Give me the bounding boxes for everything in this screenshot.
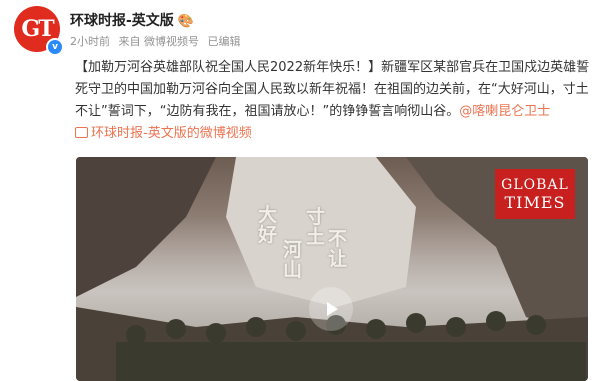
video-icon (75, 127, 88, 138)
author-emoji-icon: 🎨 (177, 14, 194, 29)
play-icon (327, 302, 338, 316)
post-time: 2小时前 (70, 35, 110, 48)
carving-char: 让 (328, 248, 348, 270)
post-text: 【加勒万河谷英雄部队祝全国人民2022新年快乐！】新疆军区某部官兵在卫国戍边英雄… (75, 57, 590, 145)
carving-char: 好 (258, 224, 278, 246)
carving-char: 土 (306, 226, 326, 248)
rock-carving: 大 好 (258, 205, 278, 245)
video-player[interactable]: GLOBAL TIMES 大 好 河 山 寸 土 不 让 (76, 157, 588, 381)
carving-char: 大 (258, 204, 278, 226)
post-source[interactable]: 来自 微博视频号 (119, 35, 200, 48)
carving-char: 山 (283, 259, 303, 281)
video-source-link-label: 环球时报-英文版的微博视频 (91, 126, 252, 141)
video-source-link[interactable]: 环球时报-英文版的微博视频 (75, 126, 252, 141)
rock-carving: 寸 土 (306, 207, 326, 247)
banner-line-2: TIMES (504, 193, 566, 212)
global-times-banner: GLOBAL TIMES (495, 169, 575, 219)
post-meta: 2小时前 来自 微博视频号 已编辑 (70, 33, 246, 49)
carving-char: 寸 (306, 206, 326, 228)
verified-badge-icon: v (46, 38, 64, 56)
author-name[interactable]: 环球时报-英文版 🎨 (70, 10, 194, 30)
banner-line-1: GLOBAL (501, 177, 569, 193)
carving-char: 不 (328, 228, 348, 250)
post-header: GT v 环球时报-英文版 🎨 2小时前 来自 微博视频号 已编辑 (12, 6, 592, 56)
rock-carving: 河 山 (283, 240, 303, 280)
post-headline: 【加勒万河谷英雄部队祝全国人民2022新年快乐！】 (75, 60, 382, 75)
mention-link[interactable]: @喀喇昆仑卫士 (459, 104, 550, 119)
avatar-logo: GT (21, 16, 54, 42)
post-edited: 已编辑 (207, 35, 241, 48)
rock-carving: 不 让 (328, 229, 348, 269)
play-button[interactable] (309, 287, 353, 331)
carving-char: 河 (283, 239, 303, 261)
author-name-text[interactable]: 环球时报-英文版 (70, 13, 174, 29)
